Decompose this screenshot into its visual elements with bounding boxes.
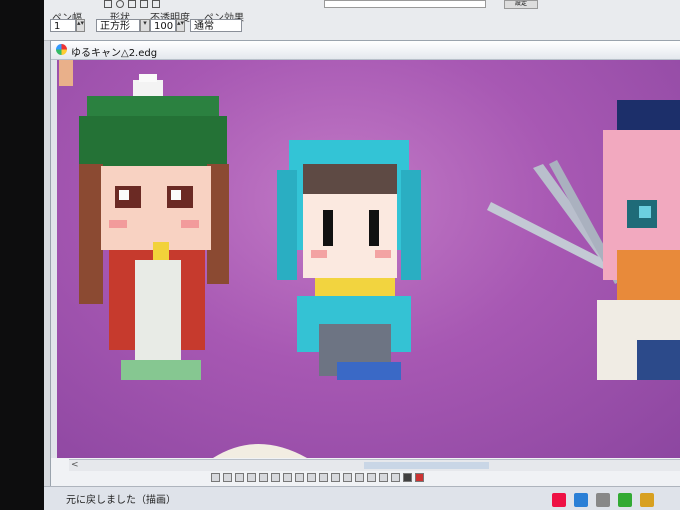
top-field[interactable]: [324, 0, 486, 8]
swatch[interactable]: [355, 473, 364, 482]
scroll-thumb[interactable]: [364, 462, 489, 469]
opacity-field[interactable]: 100: [150, 19, 176, 32]
taskbar-app-icon[interactable]: [596, 493, 610, 507]
sprite-green-beanie-girl: [79, 74, 229, 380]
swatch[interactable]: [319, 473, 328, 482]
taskbar-app-icon[interactable]: [640, 493, 654, 507]
swatch[interactable]: [247, 473, 256, 482]
swatch[interactable]: [391, 473, 400, 482]
taskbar-app-icon[interactable]: [574, 493, 588, 507]
swatch[interactable]: [307, 473, 316, 482]
select-tool-icon[interactable]: [152, 0, 160, 8]
color-palette-row: [211, 473, 424, 482]
line-tool-icon[interactable]: [128, 0, 136, 8]
swatch[interactable]: [211, 473, 220, 482]
swatch[interactable]: [271, 473, 280, 482]
swatch[interactable]: [415, 473, 424, 482]
screen: 設定 ペン幅 1 ▴▾ 形状 正方形 ▾ 不透明度 100 ▴▾ ペン効果 通常…: [44, 0, 680, 510]
sprite-pink-hair-girl: [597, 100, 680, 380]
app-logo-icon: [56, 44, 67, 55]
swatch[interactable]: [379, 473, 388, 482]
swatch[interactable]: [283, 473, 292, 482]
document-window: ゆるキャン△2.edg <: [50, 40, 680, 487]
monitor-bezel: [0, 0, 44, 510]
tool-options-bar: 設定 ペン幅 1 ▴▾ 形状 正方形 ▾ 不透明度 100 ▴▾ ペン効果 通常: [44, 0, 680, 41]
horizontal-scrollbar[interactable]: <: [69, 459, 680, 471]
effect-select[interactable]: 通常: [190, 19, 242, 32]
opacity-spinner[interactable]: ▴▾: [176, 19, 185, 32]
ellipse-tool-icon[interactable]: [116, 0, 124, 8]
swatch[interactable]: [259, 473, 268, 482]
taskbar-app-icon[interactable]: [618, 493, 632, 507]
fill-tool-icon[interactable]: [140, 0, 148, 8]
shape-dropdown-icon[interactable]: ▾: [140, 19, 150, 32]
tool-icon-row: [104, 0, 160, 8]
swatch[interactable]: [223, 473, 232, 482]
sprite-cyan-hood-girl: [277, 140, 421, 380]
pen-width-field[interactable]: 1: [50, 19, 76, 32]
pixel-art: [59, 60, 680, 458]
document-title: ゆるキャン△2.edg: [71, 48, 158, 59]
document-titlebar[interactable]: ゆるキャン△2.edg: [51, 41, 680, 60]
swatch[interactable]: [343, 473, 352, 482]
taskbar-app-icon[interactable]: [552, 493, 566, 507]
swatch[interactable]: [403, 473, 412, 482]
swatch[interactable]: [331, 473, 340, 482]
partial-sprite: [59, 60, 73, 86]
partial-dome-sprite: [213, 444, 307, 458]
swatch[interactable]: [295, 473, 304, 482]
rect-tool-icon[interactable]: [104, 0, 112, 8]
settings-button[interactable]: 設定: [504, 0, 538, 9]
shape-select[interactable]: 正方形: [96, 19, 140, 32]
status-bar: 元に戻しました（描画）: [44, 486, 680, 510]
scroll-left-arrow-icon[interactable]: <: [71, 460, 79, 470]
pen-width-spinner[interactable]: ▴▾: [76, 19, 85, 32]
status-text: 元に戻しました（描画）: [66, 495, 176, 506]
drawing-canvas[interactable]: [57, 60, 680, 458]
swatch[interactable]: [367, 473, 376, 482]
swatch[interactable]: [235, 473, 244, 482]
